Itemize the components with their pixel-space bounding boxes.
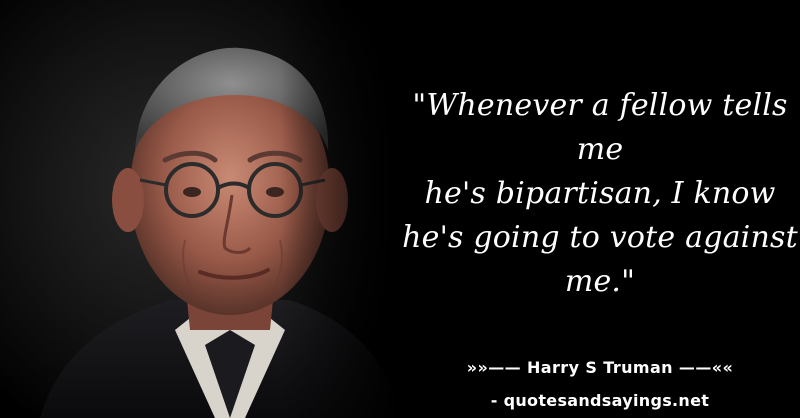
quote-card: "Whenever a fellow tells me he's biparti… [0, 0, 800, 418]
quote-line-3: he's going to vote against [402, 220, 798, 255]
quote-line-4: me." [564, 264, 636, 299]
source-website: - quotesandsayings.net [490, 391, 710, 410]
quote-text: "Whenever a fellow tells me he's biparti… [400, 84, 800, 304]
portrait-illustration [0, 0, 400, 418]
portrait-photo [0, 0, 400, 418]
quote-line-1: "Whenever a fellow tells me [412, 88, 788, 167]
author-attribution: »»—— Harry S Truman ——«« [466, 358, 734, 377]
quote-line-2: he's bipartisan, I know [424, 176, 776, 211]
